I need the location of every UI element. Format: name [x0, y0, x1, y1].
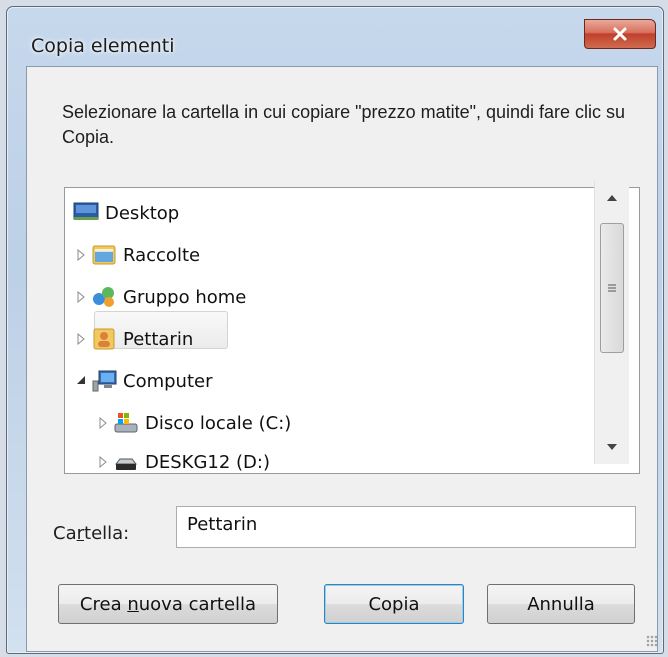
- button-label-part: Crea: [79, 593, 128, 615]
- scroll-up-button[interactable]: [595, 181, 629, 215]
- folder-label-accel: r: [76, 523, 85, 544]
- grip-lines-icon: [608, 284, 616, 292]
- resize-grip[interactable]: [646, 635, 658, 647]
- tree-item-computer[interactable]: Computer: [75, 361, 212, 401]
- folder-label: Cartella:: [53, 523, 129, 544]
- drive-icon: [113, 450, 138, 474]
- tree-item-pettarin[interactable]: Pettarin: [75, 319, 193, 359]
- folder-label-part: Ca: [53, 523, 77, 544]
- expand-arrow-icon[interactable]: [97, 417, 109, 429]
- user-folder-icon: [91, 327, 115, 351]
- scroll-down-button[interactable]: [595, 430, 629, 464]
- expand-arrow-icon[interactable]: [97, 456, 109, 468]
- tree-item-gruppo-home[interactable]: Gruppo home: [75, 277, 246, 317]
- triangle-up-icon: [607, 195, 617, 201]
- tree-item-label: Computer: [123, 370, 213, 392]
- tree-item-raccolte[interactable]: Raccolte: [75, 235, 200, 275]
- tree-scrollbar[interactable]: [594, 181, 629, 464]
- button-label-accel: n: [127, 593, 139, 615]
- collapse-arrow-icon[interactable]: [75, 375, 87, 387]
- folder-tree-content: Desktop Raccolte Gruppo home Pettarin Co…: [57, 180, 631, 473]
- cancel-button[interactable]: Annulla: [487, 584, 635, 624]
- triangle-down-icon: [607, 444, 617, 450]
- tree-item-label: Raccolte: [123, 244, 201, 266]
- tree-item-label: DESKG12 (D:): [145, 451, 271, 473]
- libraries-icon: [91, 243, 116, 267]
- computer-icon: [91, 369, 117, 393]
- tree-item-label: Desktop: [105, 202, 180, 224]
- desktop-icon: [73, 201, 99, 225]
- window-title: Copia elementi: [31, 35, 175, 57]
- local-disk-icon: [113, 411, 138, 435]
- new-folder-button[interactable]: Crea n uova cartella: [58, 584, 278, 624]
- expand-arrow-icon[interactable]: [75, 249, 87, 261]
- instruction-text: Selezionare la cartella in cui copiare "…: [62, 102, 626, 147]
- close-button[interactable]: [584, 19, 656, 49]
- scroll-thumb[interactable]: [600, 223, 624, 353]
- tree-item-disco-locale[interactable]: Disco locale (C:): [97, 403, 291, 443]
- tree-item-desktop[interactable]: Desktop: [73, 193, 179, 233]
- tree-item-label: Gruppo home: [123, 286, 247, 308]
- folder-input[interactable]: Pettarin: [176, 506, 636, 548]
- tree-item-deskg12[interactable]: DESKG12 (D:): [97, 442, 270, 482]
- folder-label-part: tella:: [84, 523, 130, 544]
- expand-arrow-icon[interactable]: [75, 333, 87, 345]
- homegroup-icon: [91, 285, 115, 309]
- copy-button[interactable]: Copia: [324, 584, 464, 624]
- tree-item-label: Disco locale (C:): [145, 412, 292, 434]
- expand-arrow-icon[interactable]: [75, 291, 87, 303]
- close-icon: [613, 27, 627, 41]
- button-label-part: uova cartella: [138, 593, 257, 615]
- tree-item-label: Pettarin: [123, 328, 194, 350]
